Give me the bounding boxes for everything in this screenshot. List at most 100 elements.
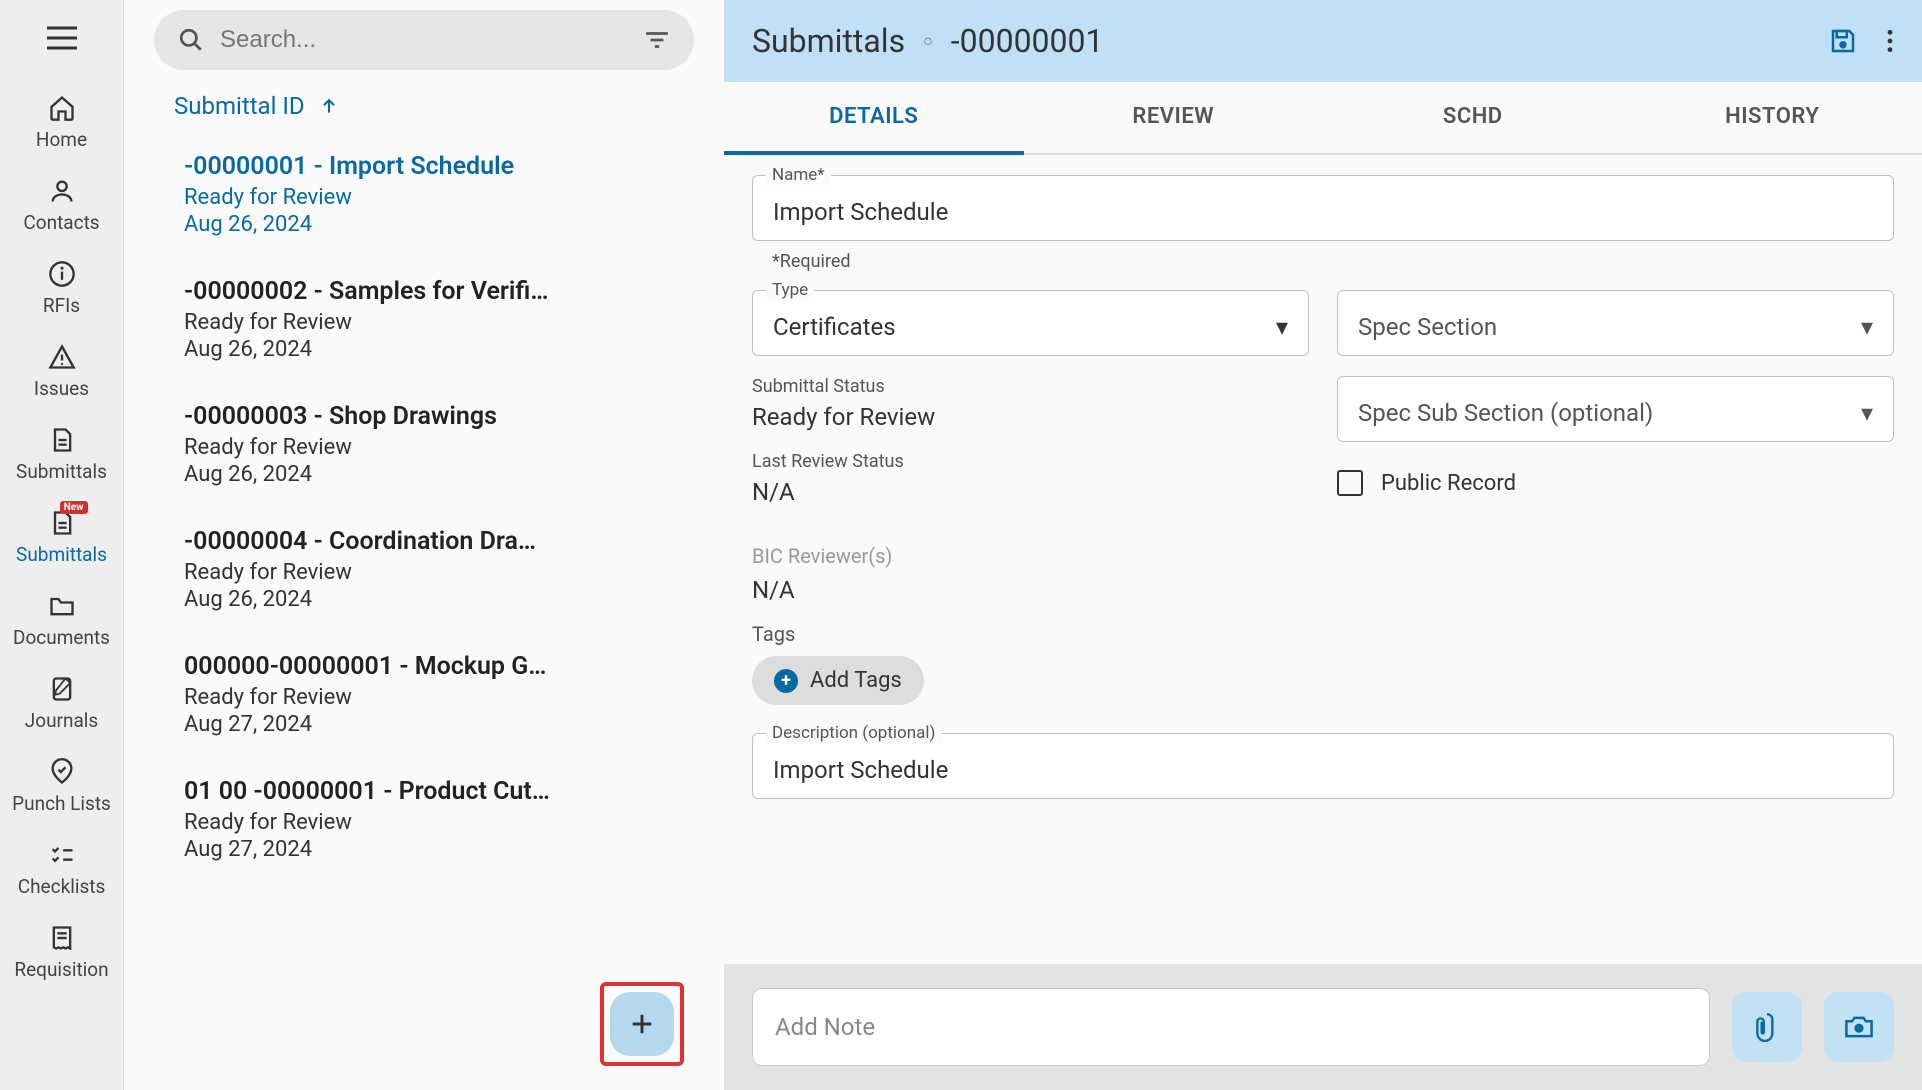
spec-sub-placeholder: Spec Sub Section (optional) [1358, 399, 1653, 427]
document-icon [46, 424, 78, 456]
tags-label: Tags [752, 622, 1894, 646]
sidebar-label-documents: Documents [13, 626, 110, 649]
sidebar-item-submittals[interactable]: Submittals [0, 412, 123, 495]
sort-label: Submittal ID [174, 92, 305, 120]
search-icon[interactable] [178, 27, 204, 53]
sidebar-item-checklists[interactable]: Checklists [0, 827, 123, 910]
spec-sub-section-select[interactable]: Spec Sub Section (optional) ▾ [1337, 376, 1894, 442]
tab-review[interactable]: REVIEW [1024, 82, 1324, 153]
sidebar-label-checklists: Checklists [18, 875, 106, 898]
sidebar-label-contacts: Contacts [23, 211, 99, 234]
list-item[interactable]: 01 00 -00000001 - Product Cut… Ready for… [124, 757, 724, 882]
hamburger-menu-button[interactable] [40, 16, 84, 60]
detail-header: Submittals ○ -00000001 [724, 0, 1922, 82]
list-item-title: 000000-00000001 - Mockup G… [184, 652, 694, 681]
bic-label: BIC Reviewer(s) [752, 544, 1894, 568]
form-area: Name* Import Schedule *Required Type Cer… [724, 155, 1922, 964]
sidebar-item-submittals-new[interactable]: New Submittals [0, 495, 123, 578]
save-button[interactable] [1828, 26, 1858, 56]
list-item-status: Ready for Review [184, 435, 694, 460]
attach-button[interactable] [1732, 992, 1802, 1062]
search-input[interactable] [220, 26, 644, 54]
plus-icon [628, 1010, 656, 1038]
list-item-status: Ready for Review [184, 560, 694, 585]
journal-icon [46, 673, 78, 705]
last-review-label: Last Review Status [752, 451, 1309, 472]
type-field-label: Type [766, 280, 814, 300]
submittal-list: -00000001 - Import Schedule Ready for Re… [124, 132, 724, 1090]
last-review-value: N/A [752, 478, 1309, 506]
add-submittal-fab[interactable] [610, 992, 674, 1056]
list-item-status: Ready for Review [184, 685, 694, 710]
detail-panel: Submittals ○ -00000001 DETAILS REVIEW SC… [724, 0, 1922, 1090]
description-label: Description (optional) [766, 723, 941, 743]
sidebar-item-journals[interactable]: Journals [0, 661, 123, 744]
sidebar-label-submittals: Submittals [16, 460, 107, 483]
more-vertical-icon [1886, 28, 1894, 54]
sidebar-item-issues[interactable]: Issues [0, 329, 123, 412]
list-item-title: -00000003 - Shop Drawings [184, 402, 694, 431]
list-item[interactable]: -00000001 - Import Schedule Ready for Re… [124, 132, 724, 257]
punch-icon [46, 756, 78, 788]
fab-highlight [600, 982, 684, 1066]
checkbox-icon [1337, 470, 1363, 496]
list-item-status: Ready for Review [184, 310, 694, 335]
list-item-date: Aug 27, 2024 [184, 712, 694, 737]
home-icon [46, 92, 78, 124]
bic-value: N/A [752, 576, 1894, 604]
sidebar-item-home[interactable]: Home [0, 80, 123, 163]
sidebar-item-punch-lists[interactable]: Punch Lists [0, 744, 123, 827]
type-select[interactable]: Certificates ▾ [752, 290, 1309, 356]
list-item[interactable]: -00000003 - Shop Drawings Ready for Revi… [124, 382, 724, 507]
sidebar-label-requisition: Requisition [14, 958, 108, 981]
required-note: *Required [772, 251, 1894, 272]
sidebar-label-punch-lists: Punch Lists [12, 792, 111, 815]
sidebar-label-journals: Journals [25, 709, 99, 732]
chevron-down-icon: ▾ [1276, 313, 1288, 341]
name-field-label: Name* [766, 165, 831, 185]
list-item-date: Aug 26, 2024 [184, 212, 694, 237]
header-title: Submittals [752, 22, 905, 60]
name-field[interactable]: Import Schedule [752, 175, 1894, 241]
list-item-title: -00000002 - Samples for Verifi… [184, 277, 694, 306]
sidebar-item-rfis[interactable]: RFIs [0, 246, 123, 329]
header-separator: ○ [923, 31, 933, 51]
sidebar-label-home: Home [36, 128, 87, 151]
header-id: -00000001 [951, 22, 1104, 60]
list-item-status: Ready for Review [184, 810, 694, 835]
paperclip-icon [1754, 1012, 1780, 1042]
list-panel: Submittal ID -00000001 - Import Schedule… [124, 0, 724, 1090]
sort-control[interactable]: Submittal ID [124, 80, 724, 132]
sidebar-item-contacts[interactable]: Contacts [0, 163, 123, 246]
spec-section-select[interactable]: Spec Section ▾ [1337, 290, 1894, 356]
tabs: DETAILS REVIEW SCHD HISTORY [724, 82, 1922, 155]
warning-icon [46, 341, 78, 373]
tab-details[interactable]: DETAILS [724, 82, 1024, 155]
add-note-input[interactable]: Add Note [752, 988, 1710, 1066]
new-badge: New [60, 501, 88, 514]
list-item-date: Aug 26, 2024 [184, 337, 694, 362]
search-bar [154, 10, 694, 70]
add-tags-label: Add Tags [810, 668, 902, 693]
hamburger-icon [47, 26, 77, 50]
folder-icon [46, 590, 78, 622]
bottom-bar: Add Note [724, 964, 1922, 1090]
list-item[interactable]: 000000-00000001 - Mockup G… Ready for Re… [124, 632, 724, 757]
more-menu-button[interactable] [1886, 28, 1894, 54]
public-record-checkbox-row[interactable]: Public Record [1337, 470, 1894, 496]
chevron-down-icon: ▾ [1861, 313, 1873, 341]
tab-history[interactable]: HISTORY [1623, 82, 1922, 153]
plus-circle-icon: + [774, 669, 798, 693]
sidebar-item-requisition[interactable]: Requisition [0, 910, 123, 993]
filter-icon[interactable] [644, 30, 670, 50]
tab-schd[interactable]: SCHD [1323, 82, 1623, 153]
camera-button[interactable] [1824, 992, 1894, 1062]
receipt-icon [46, 922, 78, 954]
list-item[interactable]: -00000004 - Coordination Dra… Ready for … [124, 507, 724, 632]
add-tags-button[interactable]: + Add Tags [752, 656, 924, 705]
sidebar-item-documents[interactable]: Documents [0, 578, 123, 661]
checklist-icon [46, 839, 78, 871]
info-icon [46, 258, 78, 290]
list-item[interactable]: -00000002 - Samples for Verifi… Ready fo… [124, 257, 724, 382]
list-item-title: 01 00 -00000001 - Product Cut… [184, 777, 694, 806]
